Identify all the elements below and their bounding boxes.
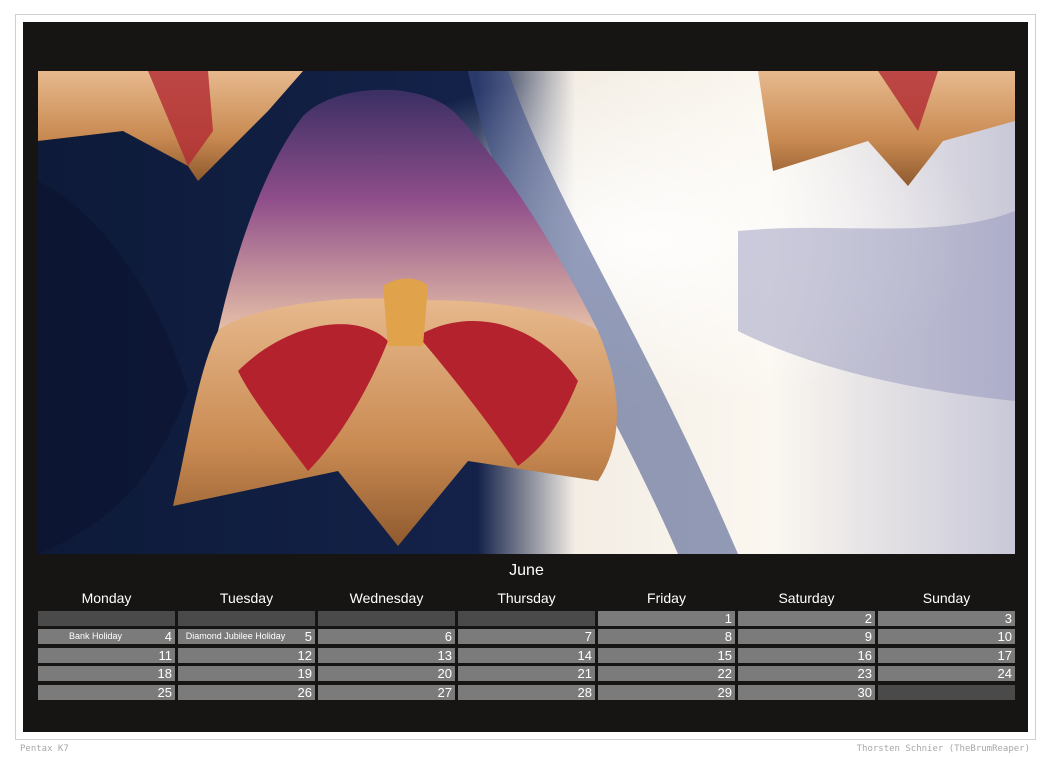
- calendar-day-cell: 10: [878, 629, 1015, 644]
- calendar-day-cell: 7: [458, 629, 595, 644]
- holiday-label: Bank Holiday: [68, 631, 123, 641]
- calendar-empty-cell: [178, 611, 315, 626]
- calendar-day-cell: 20: [318, 666, 455, 681]
- calendar-day-cell: 23: [738, 666, 875, 681]
- weekday-wednesday: Wednesday: [349, 590, 424, 606]
- weekday-thursday: Thursday: [497, 590, 556, 606]
- calendar-day-cell: 1: [598, 611, 735, 626]
- calendar-day-cell: 2: [738, 611, 875, 626]
- calendar-day-cell: 30: [738, 685, 875, 700]
- calendar-day-cell: Bank Holiday 4: [38, 629, 175, 644]
- day-number: 17: [997, 648, 1012, 663]
- day-number: 27: [437, 685, 452, 700]
- day-number: 7: [584, 629, 592, 644]
- calendar-day-cell: 22: [598, 666, 735, 681]
- calendar-day-cell: 11: [38, 648, 175, 663]
- weekday-monday: Monday: [81, 590, 132, 606]
- calendar-empty-cell: [318, 611, 455, 626]
- calendar-day-cell: 29: [598, 685, 735, 700]
- day-number: 9: [864, 629, 872, 644]
- day-number: 1: [724, 611, 732, 626]
- day-number: 5: [304, 629, 312, 644]
- day-number: 23: [857, 666, 872, 681]
- day-number: 4: [164, 629, 172, 644]
- day-number: 16: [857, 648, 872, 663]
- calendar-day-cell: 3: [878, 611, 1015, 626]
- day-number: 14: [577, 648, 592, 663]
- calendar-day-cell: 13: [318, 648, 455, 663]
- weekday-saturday: Saturday: [778, 590, 835, 606]
- calendar-day-cell: 17: [878, 648, 1015, 663]
- day-number: 19: [297, 666, 312, 681]
- weekday-friday: Friday: [647, 590, 686, 606]
- weekday-tuesday: Tuesday: [219, 590, 274, 606]
- day-number: 29: [717, 685, 732, 700]
- day-number: 8: [724, 629, 732, 644]
- photographer-credit: Thorsten Schnier (TheBrumReaper): [856, 744, 1030, 754]
- calendar-day-cell: 8: [598, 629, 735, 644]
- calendar-empty-cell: [38, 611, 175, 626]
- day-number: 26: [297, 685, 312, 700]
- day-number: 20: [437, 666, 452, 681]
- calendar-day-cell: 25: [38, 685, 175, 700]
- calendar-day-cell: 6: [318, 629, 455, 644]
- flower-photo: [38, 71, 1015, 554]
- day-number: 10: [997, 629, 1012, 644]
- calendar-day-cell: 26: [178, 685, 315, 700]
- day-number: 24: [997, 666, 1012, 681]
- calendar-day-cell: 24: [878, 666, 1015, 681]
- month-title: June: [509, 562, 544, 579]
- calendar-day-cell: 27: [318, 685, 455, 700]
- day-number: 21: [577, 666, 592, 681]
- calendar-day-cell: 16: [738, 648, 875, 663]
- day-number: 13: [437, 648, 452, 663]
- day-number: 15: [717, 648, 732, 663]
- holiday-label: Diamond Jubilee Holiday: [185, 631, 286, 641]
- day-number: 30: [857, 685, 872, 700]
- calendar-day-cell: 12: [178, 648, 315, 663]
- day-number: 22: [717, 666, 732, 681]
- calendar-day-cell: 15: [598, 648, 735, 663]
- calendar-day-cell: 9: [738, 629, 875, 644]
- day-number: 11: [158, 648, 173, 663]
- day-number: 3: [1004, 611, 1012, 626]
- day-number: 12: [297, 648, 312, 663]
- calendar-day-cell: 21: [458, 666, 595, 681]
- camera-caption: Pentax K7: [20, 744, 69, 754]
- calendar-day-cell: 14: [458, 648, 595, 663]
- calendar-day-cell: 18: [38, 666, 175, 681]
- calendar-day-cell: Diamond Jubilee Holiday 5: [178, 629, 315, 644]
- calendar-empty-cell: [458, 611, 595, 626]
- day-number: 25: [157, 685, 172, 700]
- day-number: 6: [444, 629, 452, 644]
- day-number: 28: [577, 685, 592, 700]
- day-number: 2: [864, 611, 872, 626]
- calendar-day-cell: 28: [458, 685, 595, 700]
- calendar-empty-cell: [878, 685, 1015, 700]
- calendar-day-cell: 19: [178, 666, 315, 681]
- weekday-sunday: Sunday: [922, 590, 971, 606]
- day-number: 18: [157, 666, 172, 681]
